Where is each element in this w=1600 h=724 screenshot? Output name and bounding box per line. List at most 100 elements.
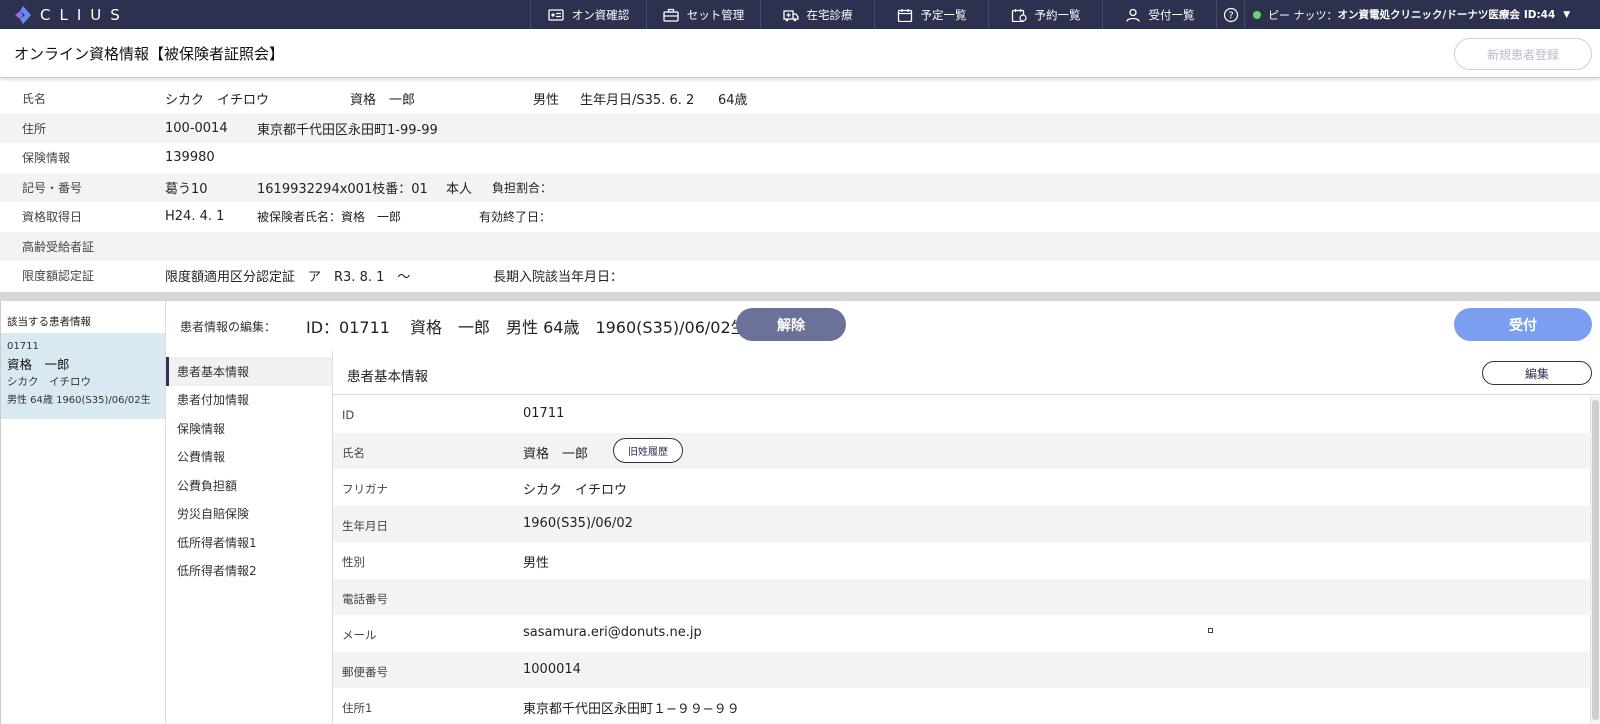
- detail-row-email: メール sasamura.eri@donuts.ne.jp: [333, 615, 1589, 652]
- nav-reservation-list[interactable]: 予約一覧: [988, 0, 1102, 29]
- edit-header: 患者情報の編集： ID：01711 資格 一郎 男性 64歳 1960(S35)…: [166, 301, 1600, 351]
- detail-row-kana: フリガナ シカク イチロウ: [333, 469, 1589, 506]
- nav-reception-list[interactable]: 受付一覧: [1102, 0, 1216, 29]
- info-label: 住所: [22, 121, 47, 136]
- nav-set-management[interactable]: セット管理: [646, 0, 760, 29]
- info-label: 記号・番号: [22, 180, 83, 195]
- sub-nav-low-income-1[interactable]: 低所得者情報1: [166, 528, 332, 557]
- detail-title: 患者基本情報: [347, 369, 428, 385]
- name-kanji: 資格 一郎: [350, 93, 416, 109]
- detail-label: 性別: [342, 555, 365, 569]
- ambulance-icon: [782, 9, 799, 21]
- help-glyph: ?: [1228, 10, 1233, 21]
- info-row-name: 氏名 シカク イチロウ 資格 一郎 男性 生年月日/S35. 6. 2 64歳: [0, 84, 1600, 114]
- acquired-date: H24. 4. 1: [165, 209, 225, 225]
- detail-value: 資格 一郎: [523, 446, 589, 462]
- edit-button[interactable]: 編集: [1482, 361, 1592, 385]
- patient-card[interactable]: 01711 資格 一郎 シカク イチロウ 男性 64歳 1960(S35)/06…: [1, 333, 165, 419]
- section-divider: [0, 292, 1600, 301]
- sub-nav-basic-info[interactable]: 患者基本情報: [166, 357, 332, 386]
- briefcase-icon: [663, 8, 679, 22]
- logo[interactable]: CLIUS: [0, 0, 530, 29]
- detail-row-id: ID 01711: [333, 396, 1589, 433]
- detail-row-name: 氏名 資格 一郎 旧姓履歴: [333, 432, 1589, 469]
- detail-value: sasamura.eri@donuts.ne.jp: [523, 625, 702, 640]
- clinic-name: オン資電処クリニック/ドーナツ医療会: [1337, 9, 1520, 21]
- page-header: オンライン資格情報【被保険者証照会】 新規患者登録: [0, 29, 1600, 78]
- nav-home-care[interactable]: 在宅診療: [760, 0, 874, 29]
- nav-label: 受付一覧: [1148, 7, 1195, 22]
- patient-kana: シカク イチロウ: [7, 376, 91, 388]
- page-title: オンライン資格情報【被保険者証照会】: [14, 45, 285, 63]
- nav-label: セット管理: [686, 7, 745, 22]
- detail-header: 患者基本情報 編集: [333, 351, 1600, 395]
- detail-value: 東京都千代田区永田町１−９９−９９: [523, 702, 740, 717]
- detail-value: 男性: [523, 556, 550, 571]
- detail-value: 01711: [523, 406, 565, 421]
- info-label: 氏名: [22, 92, 47, 107]
- new-patient-button[interactable]: 新規患者登録: [1454, 38, 1592, 70]
- burden-ratio: 負担割合：: [492, 180, 553, 195]
- cursor-marker: [1208, 628, 1213, 633]
- maiden-name-history-button[interactable]: 旧姓履歴: [613, 437, 683, 463]
- info-row-acquired: 資格取得日 H24. 4. 1 被保険者氏名：資格 一郎 有効終了日：: [0, 202, 1600, 232]
- edit-label: 患者情報の編集：: [180, 320, 277, 334]
- edit-patient-id: ID：01711: [306, 318, 390, 337]
- card-number: 1619932294x001枝番：01: [257, 181, 428, 197]
- detail-value: シカク イチロウ: [523, 483, 628, 498]
- nav-label: オン資確認: [571, 7, 630, 22]
- help-icon: ?: [1223, 7, 1238, 22]
- detail-label: 住所1: [342, 701, 373, 715]
- basic-info-panel: 患者基本情報 編集 ID 01711 氏名 資格 一郎 旧姓履歴 フリガナ シカ…: [332, 351, 1600, 724]
- detail-label: 電話番号: [342, 591, 388, 606]
- status-dot: [1253, 10, 1261, 19]
- info-row-insurance: 保険情報 139980: [0, 143, 1600, 173]
- patient-id: 01711: [7, 341, 39, 352]
- sub-nav-low-income-2[interactable]: 低所得者情報2: [166, 557, 332, 586]
- caret-down-icon: ▼: [1563, 9, 1571, 20]
- id-card-icon: [548, 8, 564, 21]
- nav-label: 在宅診療: [806, 7, 853, 22]
- detail-scrollbar[interactable]: [1590, 396, 1600, 724]
- release-button[interactable]: 解除: [736, 308, 846, 341]
- gender: 男性: [533, 93, 560, 109]
- user-id: ID:44: [1523, 8, 1556, 21]
- nav-label: 予約一覧: [1034, 7, 1081, 22]
- detail-label: メール: [342, 628, 377, 642]
- detail-row-zip: 郵便番号 1000014: [333, 651, 1589, 688]
- info-label: 資格取得日: [22, 210, 83, 225]
- nav-label: 予定一覧: [920, 7, 967, 22]
- info-row-address: 住所 100-0014 東京都千代田区永田町1-99-99: [0, 113, 1600, 143]
- patient-sub-nav: 患者基本情報 患者付加情報 保険情報 公費情報 公費負担額 労災自賠保険 低所得…: [166, 357, 332, 585]
- name-kana: シカク イチロウ: [165, 93, 270, 109]
- user-menu[interactable]: ピー ナッツ： オン資電処クリニック/ドーナツ医療会 ID:44 ▼: [1244, 0, 1570, 29]
- info-row-elderly: 高齢受給者証: [0, 231, 1600, 261]
- info-label: 高齢受給者証: [22, 239, 95, 254]
- detail-label: 氏名: [342, 445, 365, 460]
- nav-online-check[interactable]: オン資確認: [530, 0, 646, 29]
- info-row-limit: 限度額認定証 限度額適用区分認定証 ア R3. 8. 1 ～ 長期入院該当年月日…: [0, 261, 1600, 291]
- sub-nav-insurance-info[interactable]: 保険情報: [166, 414, 332, 443]
- calendar-icon: [897, 8, 912, 22]
- detail-row-address1: 住所1 東京都千代田区永田町１−９９−９９: [333, 688, 1589, 724]
- age: 64歳: [718, 93, 748, 109]
- sub-nav-public-info[interactable]: 公費情報: [166, 443, 332, 472]
- scrollbar-thumb[interactable]: [1592, 400, 1599, 720]
- limit-certificate: 限度額適用区分認定証 ア R3. 8. 1 ～: [165, 270, 411, 286]
- detail-row-birth: 生年月日 1960(S35)/06/02: [333, 505, 1589, 542]
- accept-button[interactable]: 受付: [1454, 308, 1592, 341]
- edit-patient-info: 資格 一郎 男性 64歳 1960(S35)/06/02生: [410, 318, 747, 337]
- sub-nav-additional-info[interactable]: 患者付加情報: [166, 386, 332, 415]
- detail-label: 郵便番号: [342, 664, 388, 679]
- patient-name: 資格 一郎: [7, 357, 70, 372]
- sub-nav-public-burden[interactable]: 公費負担額: [166, 471, 332, 500]
- insurance-number: 139980: [165, 150, 215, 166]
- matching-patient-panel: 該当する患者情報 01711 資格 一郎 シカク イチロウ 男性 64歳 196…: [0, 301, 166, 724]
- nav-schedule-list[interactable]: 予定一覧: [874, 0, 988, 29]
- detail-label: ID: [342, 408, 355, 422]
- help-button[interactable]: ?: [1216, 0, 1244, 29]
- detail-row-phone: 電話番号: [333, 578, 1589, 615]
- relation: 本人: [446, 181, 473, 197]
- info-row-symbol: 記号・番号 葛う10 1619932294x001枝番：01 本人 負担割合：: [0, 172, 1600, 202]
- sub-nav-workers-comp[interactable]: 労災自賠保険: [166, 500, 332, 529]
